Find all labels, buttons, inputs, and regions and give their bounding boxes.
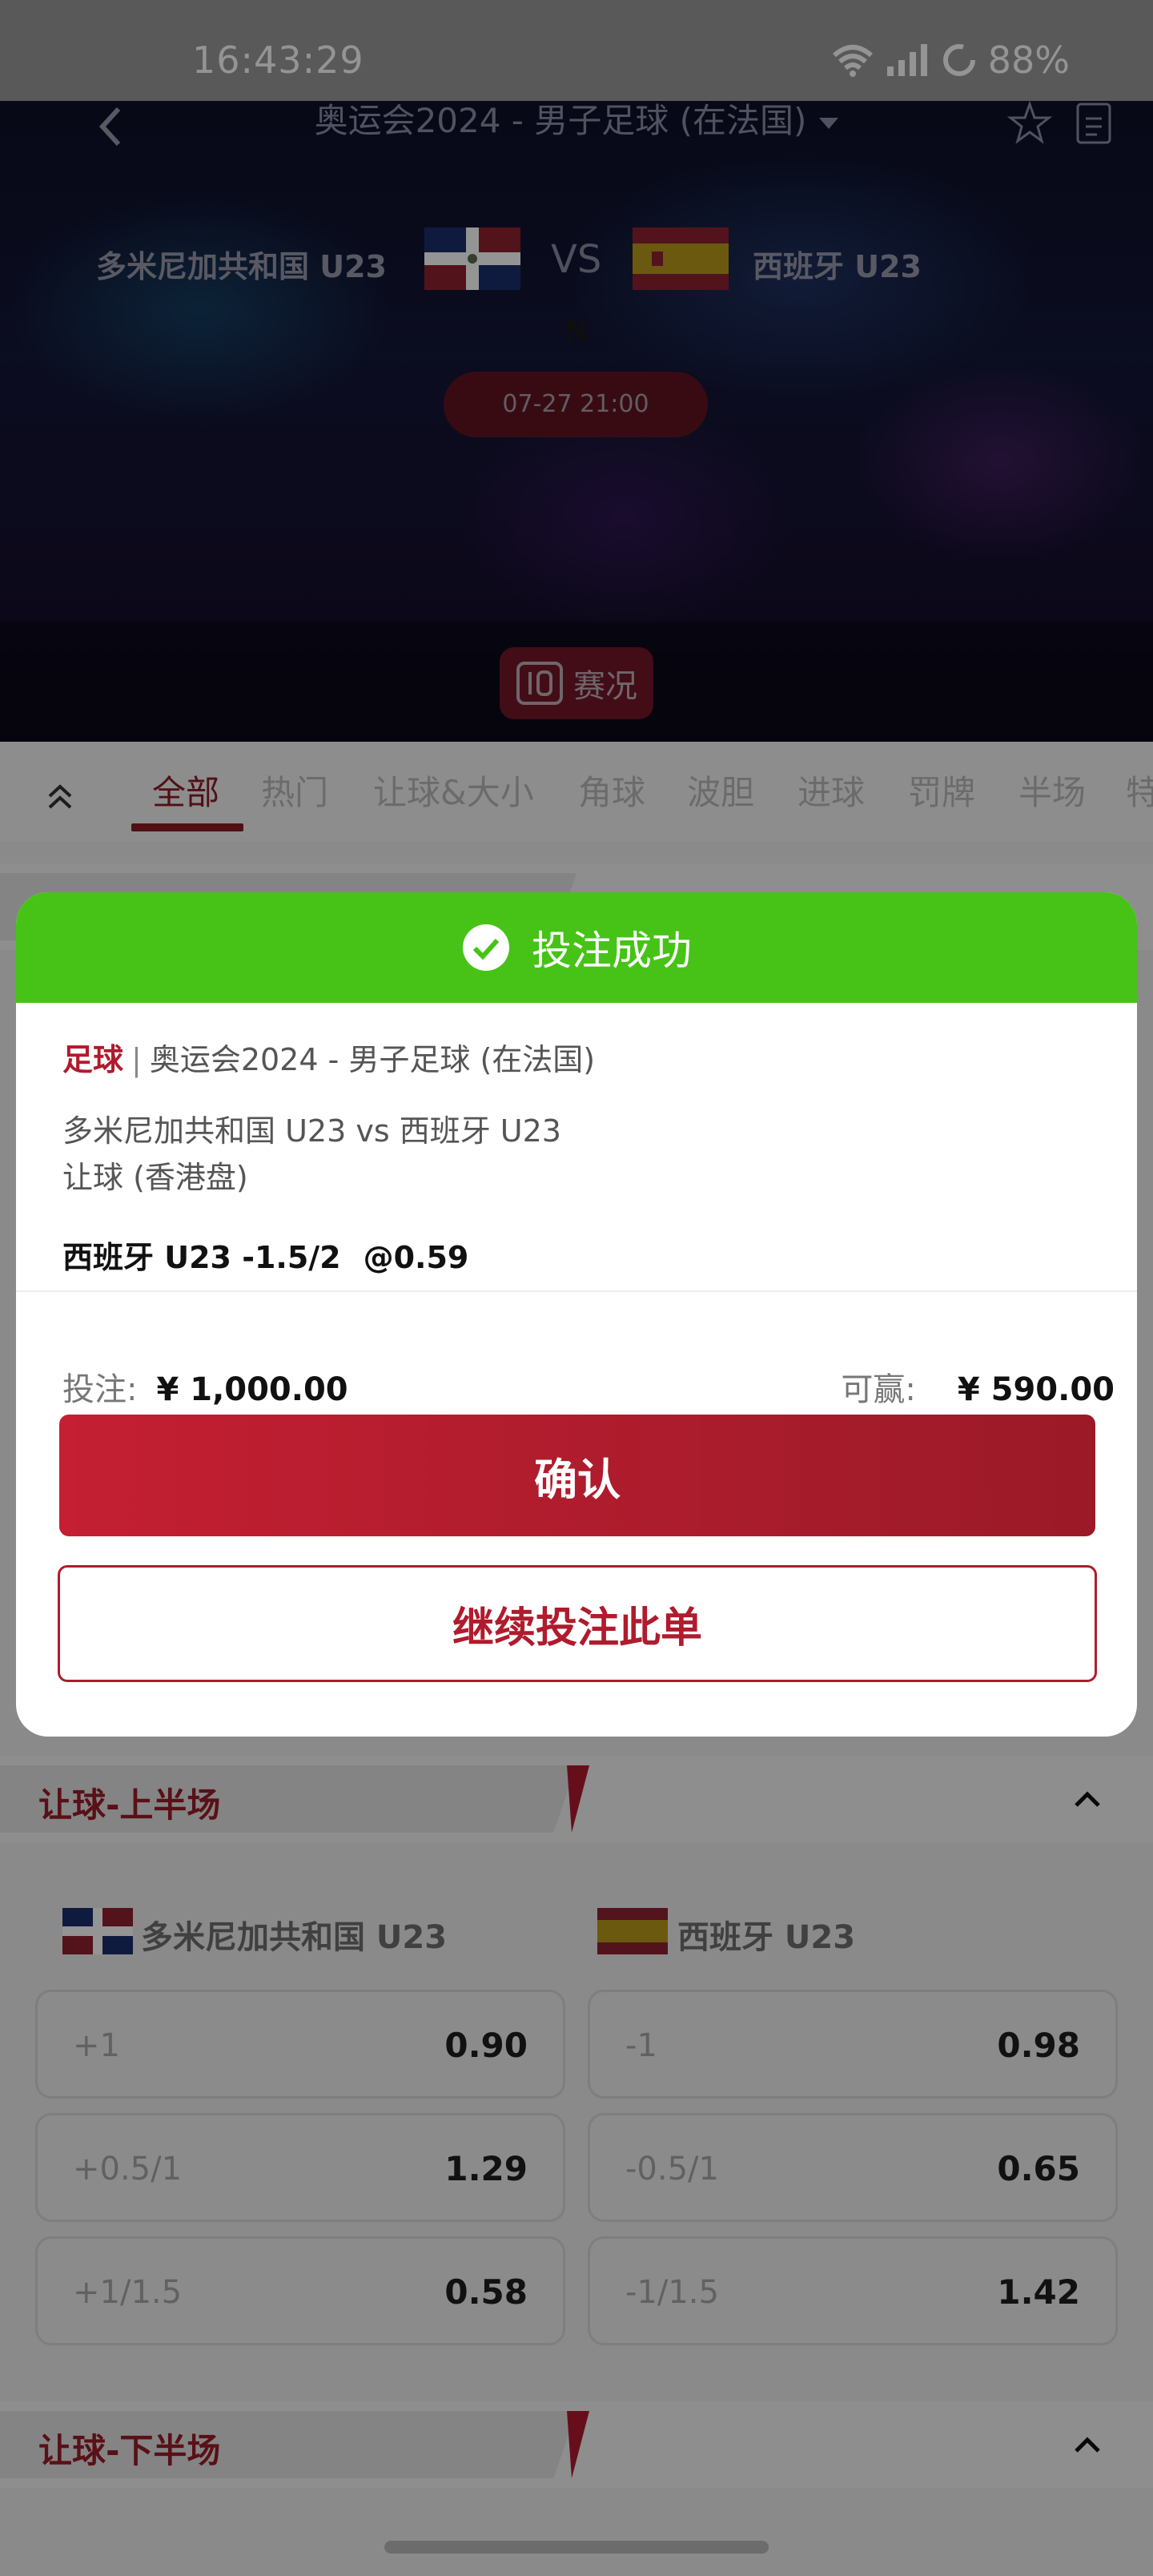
check-circle-icon [463, 924, 509, 971]
sport-label: 足球 [62, 1042, 124, 1077]
bet-details: 足球 | 奥运会2024 - 男子足球 (在法国) 多米尼加共和国 U23 vs 西… [62, 1035, 1091, 1277]
win-label: 可赢: [841, 1371, 916, 1408]
dialog-title: 投注成功 [532, 928, 692, 974]
win-value: ¥ 590.00 [957, 1371, 1115, 1408]
matchup-label: 多米尼加共和国 U23 vs 西班牙 U23 [62, 1113, 561, 1149]
dialog-header: 投注成功 [16, 892, 1137, 1003]
league-label: 奥运会2024 - 男子足球 (在法国) [149, 1042, 596, 1077]
stake-label: 投注: [62, 1371, 138, 1408]
odds-label: @0.59 [363, 1240, 469, 1275]
confirm-button[interactable]: 确认 [59, 1415, 1095, 1536]
bet-success-dialog: 投注成功 足球 | 奥运会2024 - 男子足球 (在法国) 多米尼加共和国 U23… [16, 892, 1137, 1737]
separator: | [131, 1042, 142, 1077]
selection-label: 西班牙 U23 -1.5/2 [62, 1240, 341, 1275]
market-label: 让球 (香港盘) [62, 1160, 248, 1195]
stake-value: ¥ 1,000.00 [156, 1371, 348, 1408]
stake-summary: 投注: ¥ 1,000.00 可赢: ¥ 590.00 [62, 1363, 1115, 1410]
home-indicator[interactable] [384, 2541, 769, 2554]
continue-betting-button[interactable]: 继续投注此单 [58, 1565, 1097, 1682]
